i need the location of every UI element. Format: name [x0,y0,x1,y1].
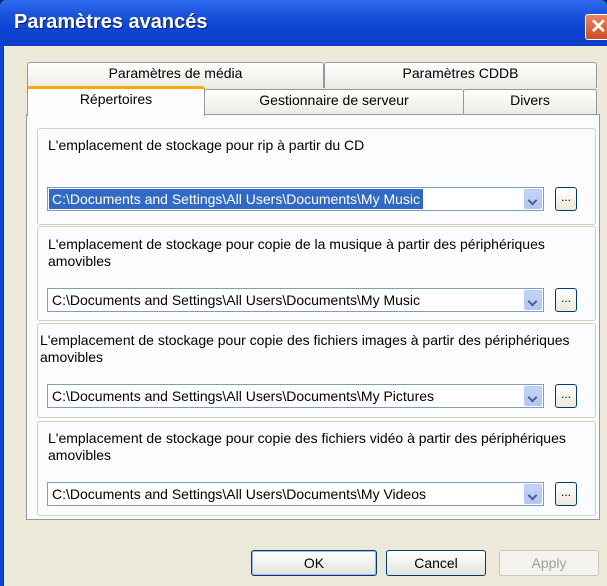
group-images-removable-label: L'emplacement de stockage pour copie des… [40,332,570,365]
chevron-down-icon[interactable] [524,386,542,406]
music-removable-location-value: C:\Documents and Settings\All Users\Docu… [52,292,421,308]
rip-cd-location-select[interactable]: C:\Documents and Settings\All Users\Docu… [47,187,544,211]
group-music-removable-label: L'emplacement de stockage pour copie de … [48,236,545,269]
ok-button[interactable]: OK [251,550,377,576]
rip-cd-browse-button[interactable]: ... [555,187,577,211]
tab-divers[interactable]: Divers [463,89,597,115]
music-removable-location-select[interactable]: C:\Documents and Settings\All Users\Docu… [47,288,544,312]
tab-repertoires[interactable]: Répertoires [27,86,205,116]
chevron-down-icon[interactable] [524,189,542,209]
video-removable-location-select[interactable]: C:\Documents and Settings\All Users\Docu… [47,482,544,506]
tab-parametres-media[interactable]: Paramètres de média [27,62,324,88]
tab-parametres-cddb[interactable]: Paramètres CDDB [324,62,597,88]
images-removable-browse-button[interactable]: ... [555,384,577,408]
video-removable-browse-button[interactable]: ... [555,482,577,506]
title-bar[interactable]: Paramètres avancés ✕ [0,0,607,46]
cancel-button[interactable]: Cancel [386,550,486,576]
group-video-removable-label: L'emplacement de stockage pour copie des… [48,430,566,463]
music-removable-browse-button[interactable]: ... [555,288,577,312]
apply-button[interactable]: Apply [499,550,599,576]
rip-cd-location-value: C:\Documents and Settings\All Users\Docu… [49,189,424,209]
chevron-down-icon[interactable] [524,484,542,504]
window-title: Paramètres avancés [14,11,208,33]
images-removable-location-value: C:\Documents and Settings\All Users\Docu… [52,388,435,404]
chevron-down-icon[interactable] [524,290,542,310]
dialog-window: Paramètres avancés ✕ Paramètres de média… [0,0,607,586]
tab-gestionnaire-serveur[interactable]: Gestionnaire de serveur [204,89,464,115]
video-removable-location-value: C:\Documents and Settings\All Users\Docu… [52,486,427,502]
close-icon: ✕ [590,16,607,38]
close-button[interactable]: ✕ [585,14,607,40]
group-rip-cd-label: L'emplacement de stockage pour rip à par… [48,137,365,153]
images-removable-location-select[interactable]: C:\Documents and Settings\All Users\Docu… [47,384,544,408]
